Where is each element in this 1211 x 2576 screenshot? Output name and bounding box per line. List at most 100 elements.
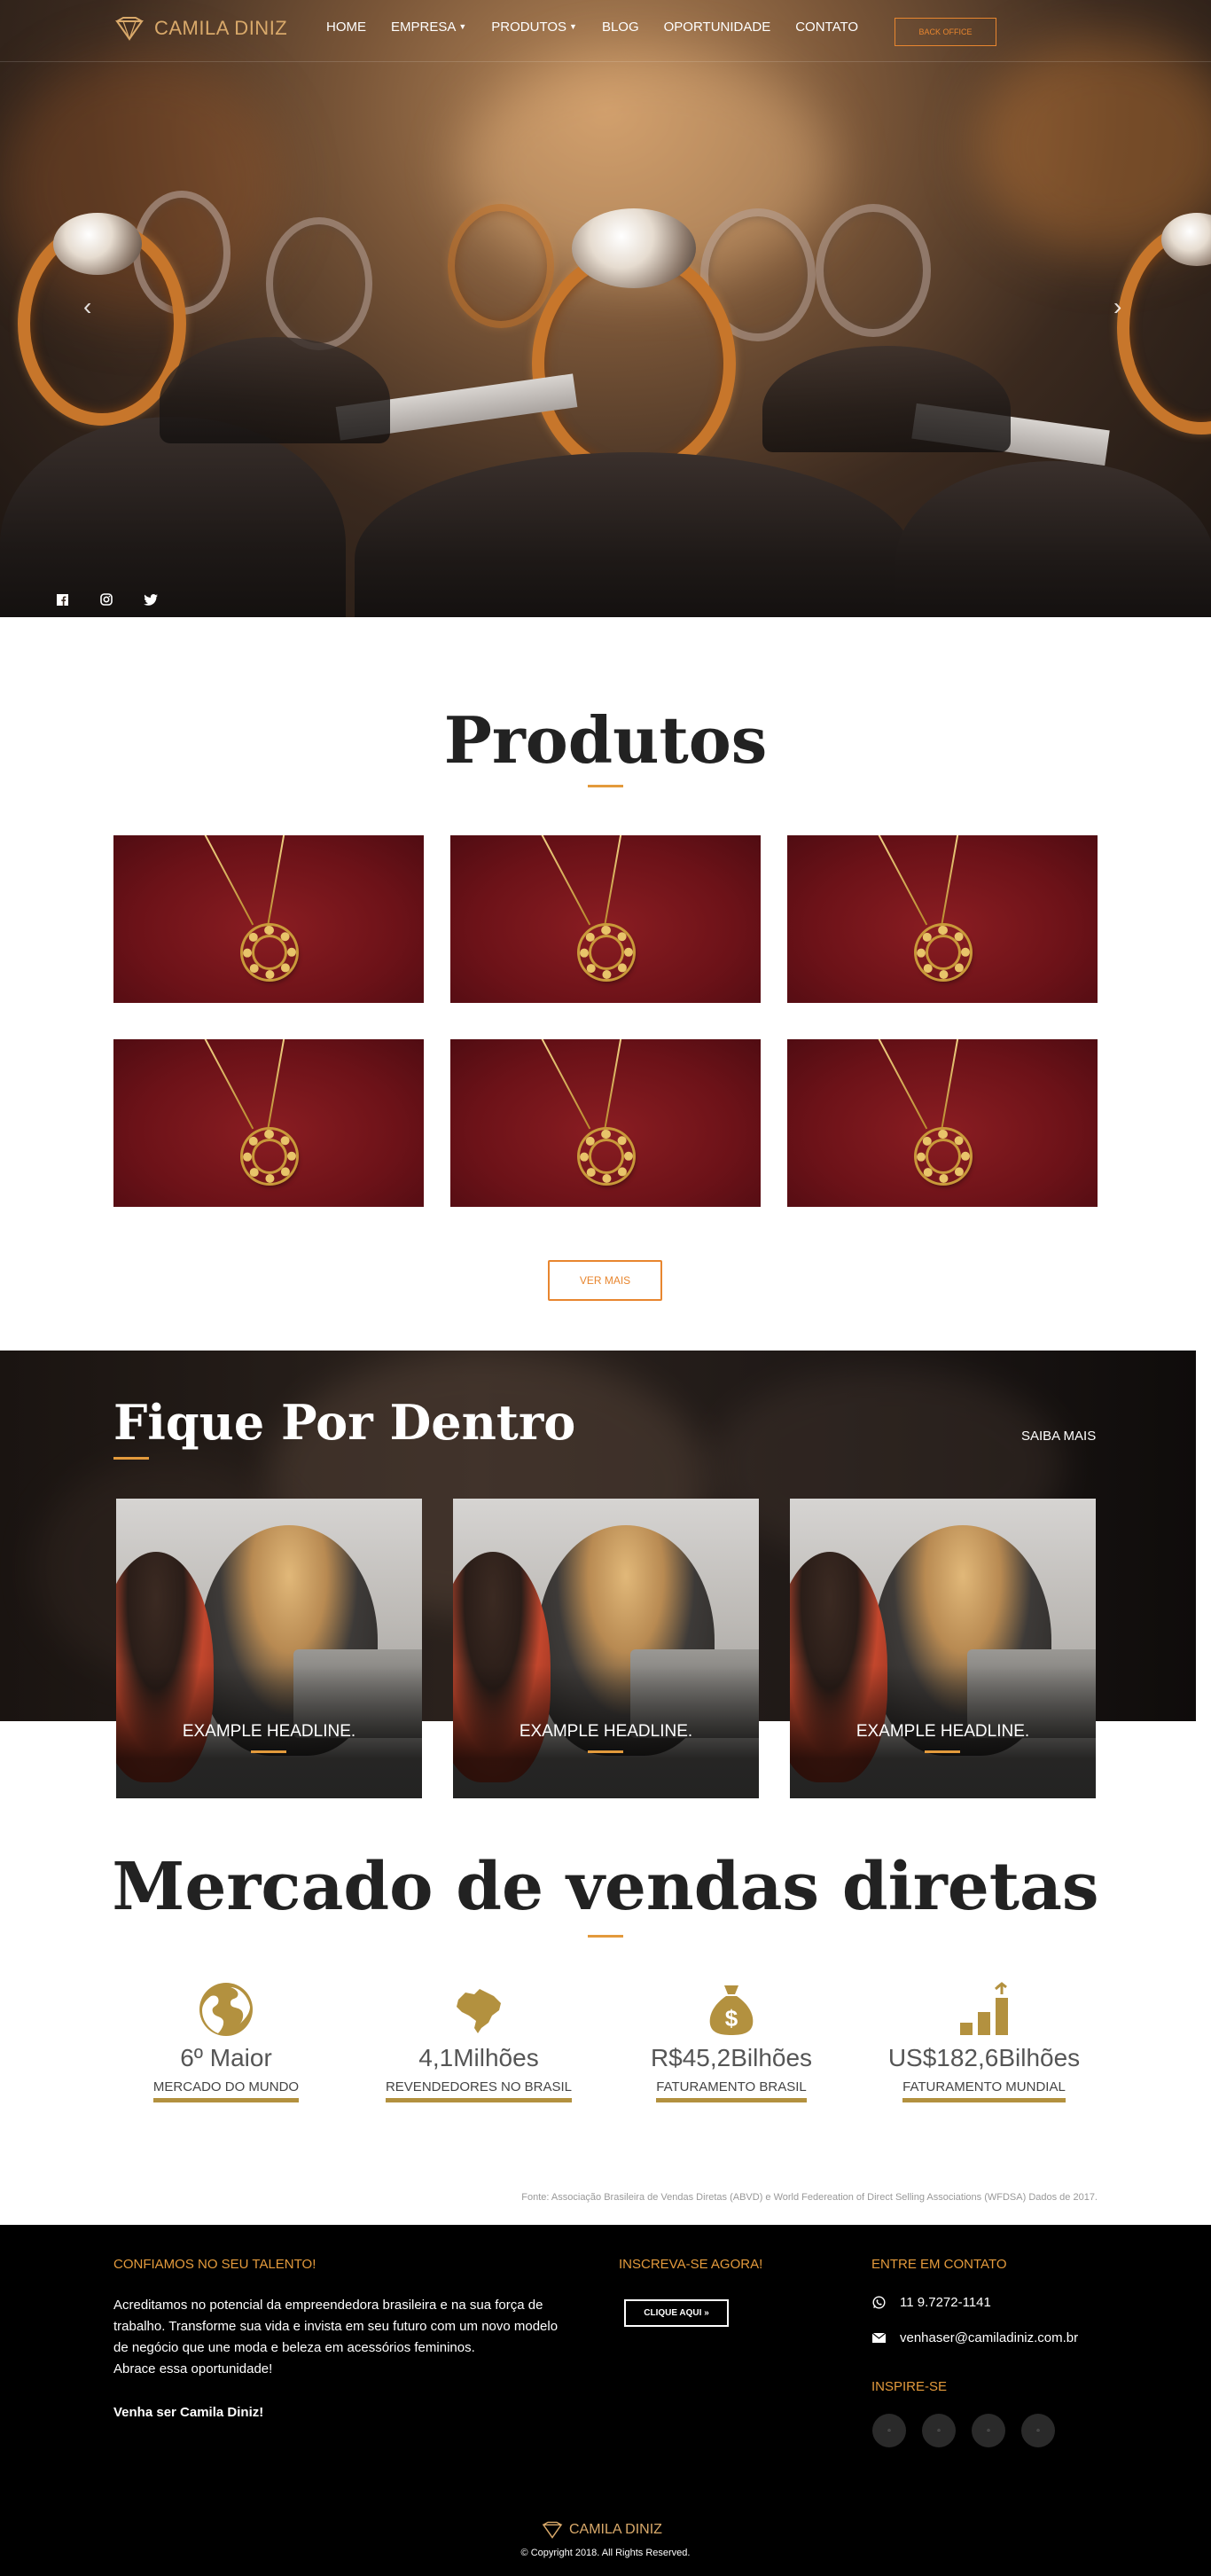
contact-heading: ENTRE EM CONTATO [871,2257,1007,2272]
necklace-chain [202,835,254,926]
saiba-mais-link[interactable]: SAIBA MAIS [1021,1429,1096,1444]
nav-blog[interactable]: BLOG [602,20,639,35]
nav-contato[interactable]: CONTATO [795,20,858,35]
nav-oportunidade[interactable]: OPORTUNIDADE [664,20,771,35]
pendant-image [580,926,633,979]
diamond-logo-icon [115,17,144,41]
phone-number: 11 9.7272-1141 [900,2295,991,2310]
chevron-right-icon[interactable]: › [1113,293,1121,321]
necklace-chain [539,1039,591,1130]
nav-empresa-label: EMPRESA [391,20,457,35]
subscribe-heading: INSCREVA-SE AGORA! [619,2257,763,2272]
product-card[interactable] [113,835,424,1003]
nav-contato-label: CONTATO [795,20,859,35]
news-card[interactable]: EXAMPLE HEADLINE. [116,1499,422,1798]
stat-label: REVENDEDORES NO BRASIL [385,2079,573,2102]
footer-brand-name: CAMILA DINIZ [569,2522,662,2537]
twitter-icon[interactable] [144,592,158,607]
pendant-image [243,926,296,979]
nav-produtos-label: PRODUTOS [491,20,567,35]
facebook-icon[interactable]: ▫ [872,2414,906,2447]
stat-value: R$45,2Bilhões [650,2044,813,2071]
clique-aqui-button[interactable]: CLIQUE AQUI » [624,2299,729,2327]
necklace-chain [539,835,591,926]
whatsapp-icon [871,2296,886,2309]
growth-chart-icon [960,1982,1008,2035]
headline-underline [925,1750,960,1753]
necklace-chain [266,835,285,928]
talent-text: Acreditamos no potencial da empreendedor… [113,2295,592,2380]
svg-text:$: $ [725,2005,738,2032]
talent-line: Acreditamos no potencial da empreendedor… [113,2298,543,2313]
news-card[interactable]: EXAMPLE HEADLINE. [790,1499,1096,1798]
product-card[interactable] [787,1039,1098,1207]
stat-value: 6º Maior [180,2044,272,2071]
stat-faturamento-brasil: $ R$45,2Bilhões FATURAMENTO BRASIL [625,1982,838,2102]
instagram-icon[interactable]: ▫ [922,2414,956,2447]
facebook-icon[interactable] [55,592,69,607]
phone-line[interactable]: 11 9.7272-1141 [871,2295,991,2310]
ver-mais-button[interactable]: VER MAIS [548,1260,662,1301]
fique-title-underline [113,1457,149,1460]
necklace-chain [603,835,622,928]
pendant-image [243,1130,296,1183]
product-card[interactable] [450,835,761,1003]
stat-label: FATURAMENTO MUNDIAL [902,2079,1066,2102]
necklace-chain [940,1039,959,1131]
necklace-chain [876,835,928,926]
talent-line: Abrace essa oportunidade! [113,2361,273,2376]
brand-name: CAMILA DINIZ [154,17,288,39]
globe-icon [199,1983,253,2036]
news-headline: EXAMPLE HEADLINE. [856,1722,1030,1741]
nav-links: HOME EMPRESA ▼ PRODUTOS ▼ BLOG OPORTUNIDAD… [326,20,883,35]
talent-line: de negócio que une moda e beleza em aces… [113,2340,475,2355]
stat-label: FATURAMENTO BRASIL [656,2079,807,2102]
stat-value: US$182,6Bilhões [887,2044,1081,2071]
source-note: Fonte: Associação Brasileira de Vendas D… [521,2192,1098,2203]
inspire-heading: INSPIRE-SE [871,2379,948,2394]
news-card[interactable]: EXAMPLE HEADLINE. [453,1499,759,1798]
pendant-image [917,926,970,979]
stat-mercado-mundo: 6º Maior MERCADO DO MUNDO [120,1982,332,2102]
product-card[interactable] [113,1039,424,1207]
stat-revendedores: 4,1Milhões REVENDEDORES NO BRASIL [372,1982,585,2102]
youtube-icon[interactable]: ▫ [1021,2414,1055,2447]
hero-social-links [55,592,158,607]
footer-brand[interactable]: CAMILA DINIZ [541,2521,662,2539]
instagram-icon[interactable] [99,592,113,607]
necklace-chain [202,1039,254,1130]
main-navbar: CAMILA DINIZ HOME EMPRESA ▼ PRODUTOS ▼ BLO… [0,0,1211,62]
produtos-title: Produtos [443,702,768,778]
necklace-chain [876,1039,928,1130]
headline-underline [588,1750,623,1753]
pendant-image [580,1130,633,1183]
email-address: venhaser@camiladiniz.com.br [900,2330,1079,2345]
headline-underline [251,1750,286,1753]
money-bag-icon: $ [709,1985,754,2035]
chevron-left-icon[interactable]: ‹ [83,293,91,321]
hero-carousel: CAMILA DINIZ HOME EMPRESA ▼ PRODUTOS ▼ BLO… [0,0,1211,617]
nav-home[interactable]: HOME [326,20,366,35]
twitter-icon[interactable]: ▫ [972,2414,1005,2447]
copyright: © Copyright 2018. All Rights Reserved. [520,2548,691,2558]
product-card[interactable] [450,1039,761,1207]
back-office-button[interactable]: BACK OFFICE [895,18,996,46]
nav-empresa[interactable]: EMPRESA ▼ [391,20,466,35]
brand-logo[interactable]: CAMILA DINIZ [113,16,287,41]
caret-down-icon: ▼ [458,22,467,31]
news-headline: EXAMPLE HEADLINE. [519,1722,693,1741]
nav-produtos[interactable]: PRODUTOS ▼ [491,20,577,35]
necklace-chain [266,1039,285,1131]
email-line[interactable]: venhaser@camiladiniz.com.br [871,2330,1078,2345]
caret-down-icon: ▼ [569,22,577,31]
pendant-image [917,1130,970,1183]
mercado-title: Mercado de vendas diretas [112,1849,1099,1925]
talent-heading: CONFIAMOS NO SEU TALENTO! [113,2257,316,2272]
mercado-title-underline [588,1935,623,1938]
diamond-logo-icon [542,2521,563,2539]
fique-title: Fique Por Dentro [113,1394,576,1451]
product-card[interactable] [787,835,1098,1003]
nav-home-label: HOME [326,20,366,35]
nav-oportunidade-label: OPORTUNIDADE [663,20,771,35]
stat-faturamento-mundial: US$182,6Bilhões FATURAMENTO MUNDIAL [878,1982,1090,2102]
